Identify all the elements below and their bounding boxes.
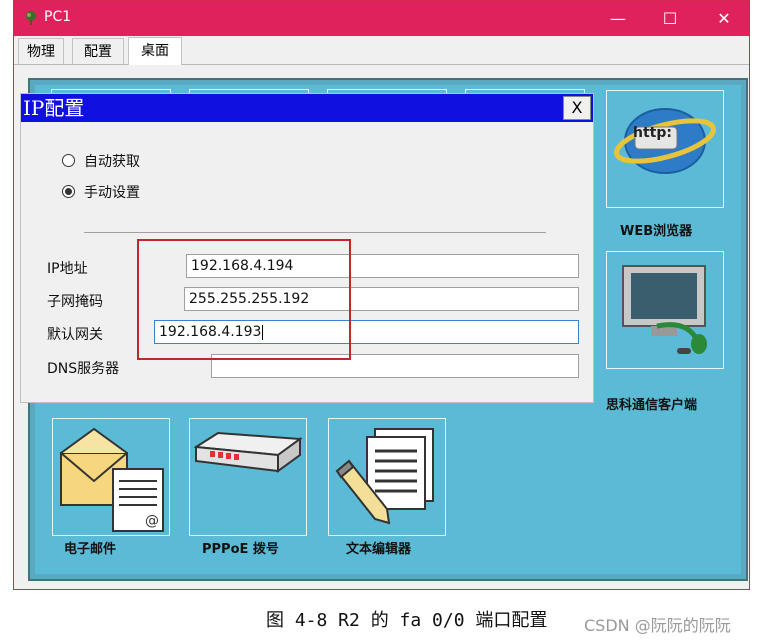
svg-text:@: @ bbox=[145, 513, 159, 529]
default-gateway-label: 默认网关 bbox=[47, 327, 103, 343]
divider bbox=[84, 232, 546, 233]
email-label: 电子邮件 bbox=[64, 542, 117, 557]
watermark: CSDN @阮阮的阮阮 bbox=[584, 616, 731, 635]
cisco-client-label: 思科通信客户端 bbox=[606, 398, 698, 413]
radio-static[interactable] bbox=[62, 185, 75, 198]
modem-icon bbox=[194, 431, 303, 473]
tab-desktop[interactable]: 桌面 bbox=[128, 37, 182, 65]
text-editor-label: 文本编辑器 bbox=[346, 542, 412, 557]
text-editor-tile[interactable] bbox=[328, 418, 446, 536]
web-browser-label: WEB浏览器 bbox=[620, 224, 693, 239]
monitor-headset-icon bbox=[622, 265, 707, 354]
dialog-title: IP配置 bbox=[21, 94, 593, 122]
static-label: 手动设置 bbox=[84, 185, 140, 201]
close-button[interactable]: ✕ bbox=[700, 1, 748, 36]
subnet-mask-label: 子网掩码 bbox=[47, 294, 103, 310]
minimize-button[interactable]: — bbox=[594, 1, 642, 36]
maximize-button[interactable]: ☐ bbox=[646, 1, 694, 36]
window-title: PC1 bbox=[44, 9, 72, 25]
tab-bar: 物理 配置 桌面 bbox=[14, 36, 749, 65]
ip-address-label: IP地址 bbox=[47, 261, 88, 277]
dialog-close-button[interactable]: X bbox=[563, 96, 591, 120]
cisco-client-tile[interactable] bbox=[606, 251, 724, 369]
web-browser-tile[interactable]: http: bbox=[606, 90, 724, 208]
pc-app-icon bbox=[26, 11, 36, 25]
pppoe-label: PPPoE 拨号 bbox=[202, 542, 279, 557]
document-pencil-icon bbox=[335, 428, 434, 525]
title-bar: PC1 — ☐ ✕ bbox=[14, 1, 749, 36]
radio-dhcp[interactable] bbox=[62, 154, 75, 167]
tab-config[interactable]: 配置 bbox=[72, 38, 124, 64]
envelope-icon: @ bbox=[60, 427, 164, 532]
dns-server-label: DNS服务器 bbox=[47, 361, 120, 377]
highlight-box bbox=[137, 239, 351, 360]
email-tile[interactable]: @ bbox=[52, 418, 170, 536]
tab-physical[interactable]: 物理 bbox=[18, 38, 64, 64]
figure-caption: 图 4-8 R2 的 fa 0/0 端口配置 bbox=[266, 610, 548, 631]
http-icon-text: http: bbox=[633, 125, 672, 141]
pppoe-tile[interactable] bbox=[189, 418, 307, 536]
dhcp-label: 自动获取 bbox=[84, 154, 140, 170]
